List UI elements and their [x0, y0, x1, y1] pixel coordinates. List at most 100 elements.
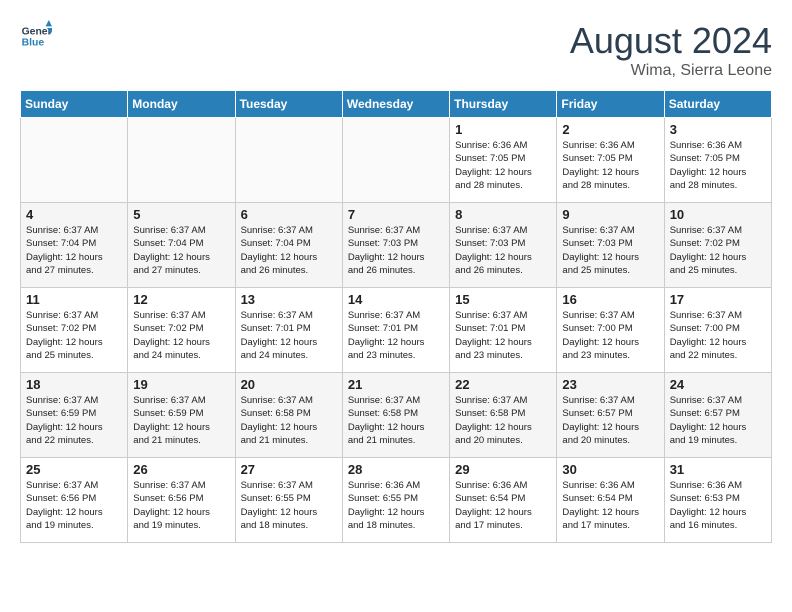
day-cell-15: 15 Sunrise: 6:37 AM Sunset: 7:01 PM Dayli… — [450, 288, 557, 373]
day-cell-2: 2 Sunrise: 6:36 AM Sunset: 7:05 PM Daylig… — [557, 118, 664, 203]
day-number: 1 — [455, 122, 551, 137]
day-info: Sunrise: 6:37 AM Sunset: 7:03 PM Dayligh… — [348, 224, 444, 277]
location: Wima, Sierra Leone — [570, 62, 772, 80]
day-info: Sunrise: 6:37 AM Sunset: 7:02 PM Dayligh… — [26, 309, 122, 362]
day-info: Sunrise: 6:37 AM Sunset: 6:57 PM Dayligh… — [562, 394, 658, 447]
week-row-2: 4 Sunrise: 6:37 AM Sunset: 7:04 PM Daylig… — [21, 203, 772, 288]
day-cell-19: 19 Sunrise: 6:37 AM Sunset: 6:59 PM Dayli… — [128, 373, 235, 458]
day-cell-4: 4 Sunrise: 6:37 AM Sunset: 7:04 PM Daylig… — [21, 203, 128, 288]
day-info: Sunrise: 6:37 AM Sunset: 7:01 PM Dayligh… — [241, 309, 337, 362]
day-info: Sunrise: 6:37 AM Sunset: 7:04 PM Dayligh… — [26, 224, 122, 277]
day-info: Sunrise: 6:37 AM Sunset: 6:55 PM Dayligh… — [241, 479, 337, 532]
day-info: Sunrise: 6:37 AM Sunset: 7:04 PM Dayligh… — [133, 224, 229, 277]
day-cell-5: 5 Sunrise: 6:37 AM Sunset: 7:04 PM Daylig… — [128, 203, 235, 288]
weekday-header-saturday: Saturday — [664, 91, 771, 118]
day-cell-9: 9Sunrise: 6:37 AM Sunset: 7:03 PM Daylig… — [557, 203, 664, 288]
day-info: Sunrise: 6:37 AM Sunset: 7:00 PM Dayligh… — [562, 309, 658, 362]
weekday-header-tuesday: Tuesday — [235, 91, 342, 118]
day-number: 10 — [670, 207, 766, 222]
day-info: Sunrise: 6:36 AM Sunset: 7:05 PM Dayligh… — [455, 139, 551, 192]
day-info: Sunrise: 6:37 AM Sunset: 7:00 PM Dayligh… — [670, 309, 766, 362]
day-cell-14: 14 Sunrise: 6:37 AM Sunset: 7:01 PM Dayli… — [342, 288, 449, 373]
day-info: Sunrise: 6:36 AM Sunset: 6:55 PM Dayligh… — [348, 479, 444, 532]
day-number: 19 — [133, 377, 229, 392]
day-cell-18: 18Sunrise: 6:37 AM Sunset: 6:59 PM Dayli… — [21, 373, 128, 458]
day-info: Sunrise: 6:37 AM Sunset: 7:02 PM Dayligh… — [133, 309, 229, 362]
page-header: General Blue August 2024 Wima, Sierra Le… — [20, 20, 772, 80]
day-info: Sunrise: 6:36 AM Sunset: 7:05 PM Dayligh… — [562, 139, 658, 192]
day-cell-21: 21 Sunrise: 6:37 AM Sunset: 6:58 PM Dayli… — [342, 373, 449, 458]
day-number: 4 — [26, 207, 122, 222]
day-number: 18 — [26, 377, 122, 392]
day-number: 12 — [133, 292, 229, 307]
day-number: 30 — [562, 462, 658, 477]
day-cell-31: 31 Sunrise: 6:36 AM Sunset: 6:53 PM Dayli… — [664, 458, 771, 543]
day-number: 14 — [348, 292, 444, 307]
day-cell-8: 8Sunrise: 6:37 AM Sunset: 7:03 PM Daylig… — [450, 203, 557, 288]
day-info: Sunrise: 6:36 AM Sunset: 7:05 PM Dayligh… — [670, 139, 766, 192]
day-number: 21 — [348, 377, 444, 392]
day-cell-7: 7 Sunrise: 6:37 AM Sunset: 7:03 PM Daylig… — [342, 203, 449, 288]
day-info: Sunrise: 6:37 AM Sunset: 6:59 PM Dayligh… — [133, 394, 229, 447]
day-number: 16 — [562, 292, 658, 307]
day-cell-25: 25Sunrise: 6:37 AM Sunset: 6:56 PM Dayli… — [21, 458, 128, 543]
day-number: 20 — [241, 377, 337, 392]
day-number: 23 — [562, 377, 658, 392]
day-cell-10: 10 Sunrise: 6:37 AM Sunset: 7:02 PM Dayli… — [664, 203, 771, 288]
day-cell-11: 11Sunrise: 6:37 AM Sunset: 7:02 PM Dayli… — [21, 288, 128, 373]
day-cell-24: 24Sunrise: 6:37 AM Sunset: 6:57 PM Dayli… — [664, 373, 771, 458]
svg-text:Blue: Blue — [22, 38, 45, 49]
day-number: 27 — [241, 462, 337, 477]
day-cell-29: 29 Sunrise: 6:36 AM Sunset: 6:54 PM Dayli… — [450, 458, 557, 543]
week-row-5: 25 Sunrise: 6:37 AM Sunset: 6:56 PM Dayli… — [21, 458, 772, 543]
weekday-header-friday: Friday — [557, 91, 664, 118]
day-number: 22 — [455, 377, 551, 392]
day-cell-22: 22 Sunrise: 6:37 AM Sunset: 6:58 PM Dayli… — [450, 373, 557, 458]
empty-cell — [235, 118, 342, 203]
day-info: Sunrise: 6:37 AM Sunset: 6:58 PM Dayligh… — [348, 394, 444, 447]
day-cell-23: 23 Sunrise: 6:37 AM Sunset: 6:57 PM Dayli… — [557, 373, 664, 458]
empty-cell — [21, 118, 128, 203]
day-info: Sunrise: 6:37 AM Sunset: 6:56 PM Dayligh… — [133, 479, 229, 532]
day-info: Sunrise: 6:37 AM Sunset: 6:57 PM Dayligh… — [670, 394, 766, 447]
week-row-4: 18 Sunrise: 6:37 AM Sunset: 6:59 PM Dayli… — [21, 373, 772, 458]
week-row-3: 11Sunrise: 6:37 AM Sunset: 7:02 PM Dayli… — [21, 288, 772, 373]
day-info: Sunrise: 6:37 AM Sunset: 6:58 PM Dayligh… — [455, 394, 551, 447]
day-number: 6 — [241, 207, 337, 222]
day-cell-1: 1 Sunrise: 6:36 AM Sunset: 7:05 PM Daylig… — [450, 118, 557, 203]
weekday-header-row: SundayMondayTuesdayWednesdayThursdayFrid… — [21, 91, 772, 118]
day-number: 3 — [670, 122, 766, 137]
calendar-table: SundayMondayTuesdayWednesdayThursdayFrid… — [20, 90, 772, 543]
day-cell-12: 12 Sunrise: 6:37 AM Sunset: 7:02 PM Dayli… — [128, 288, 235, 373]
weekday-header-monday: Monday — [128, 91, 235, 118]
day-info: Sunrise: 6:37 AM Sunset: 7:01 PM Dayligh… — [455, 309, 551, 362]
day-info: Sunrise: 6:36 AM Sunset: 6:54 PM Dayligh… — [455, 479, 551, 532]
day-cell-26: 26Sunrise: 6:37 AM Sunset: 6:56 PM Dayli… — [128, 458, 235, 543]
logo-icon: General Blue — [20, 20, 52, 52]
day-cell-16: 16 Sunrise: 6:37 AM Sunset: 7:00 PM Dayli… — [557, 288, 664, 373]
weekday-header-sunday: Sunday — [21, 91, 128, 118]
weekday-header-wednesday: Wednesday — [342, 91, 449, 118]
week-row-1: 1 Sunrise: 6:36 AM Sunset: 7:05 PM Daylig… — [21, 118, 772, 203]
day-number: 25 — [26, 462, 122, 477]
day-number: 5 — [133, 207, 229, 222]
logo: General Blue — [20, 20, 52, 52]
day-number: 15 — [455, 292, 551, 307]
day-number: 29 — [455, 462, 551, 477]
weekday-header-thursday: Thursday — [450, 91, 557, 118]
day-number: 7 — [348, 207, 444, 222]
day-info: Sunrise: 6:36 AM Sunset: 6:54 PM Dayligh… — [562, 479, 658, 532]
day-cell-17: 17 Sunrise: 6:37 AM Sunset: 7:00 PM Dayli… — [664, 288, 771, 373]
day-info: Sunrise: 6:37 AM Sunset: 7:01 PM Dayligh… — [348, 309, 444, 362]
month-year: August 2024 — [570, 20, 772, 62]
day-number: 31 — [670, 462, 766, 477]
day-info: Sunrise: 6:37 AM Sunset: 7:04 PM Dayligh… — [241, 224, 337, 277]
day-info: Sunrise: 6:37 AM Sunset: 7:03 PM Dayligh… — [455, 224, 551, 277]
day-info: Sunrise: 6:37 AM Sunset: 7:03 PM Dayligh… — [562, 224, 658, 277]
day-number: 2 — [562, 122, 658, 137]
day-number: 17 — [670, 292, 766, 307]
title-block: August 2024 Wima, Sierra Leone — [570, 20, 772, 80]
day-info: Sunrise: 6:36 AM Sunset: 6:53 PM Dayligh… — [670, 479, 766, 532]
day-info: Sunrise: 6:37 AM Sunset: 7:02 PM Dayligh… — [670, 224, 766, 277]
empty-cell — [342, 118, 449, 203]
